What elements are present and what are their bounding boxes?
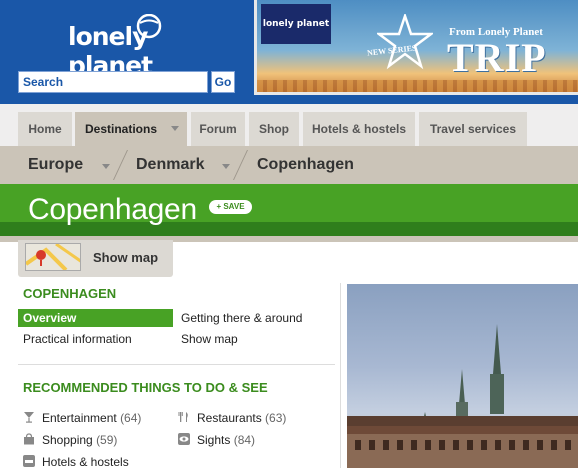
hotels-hostels-link[interactable]: Hotels & hostels xyxy=(42,455,129,468)
restaurants-link[interactable]: Restaurants (63) xyxy=(197,411,286,425)
recommended-heading: RECOMMENDED THINGS TO DO & SEE xyxy=(23,380,268,395)
breadcrumb-europe[interactable]: Europe xyxy=(28,156,83,174)
tab-shop[interactable]: Shop xyxy=(249,112,299,146)
entertainment-label: Entertainment xyxy=(42,411,117,425)
star-icon xyxy=(377,14,433,70)
section-divider xyxy=(18,364,335,365)
tab-hotels-hostels[interactable]: Hotels & hostels xyxy=(303,112,415,146)
sights-label: Sights xyxy=(197,433,231,447)
banner-logo: lonely planet xyxy=(261,4,331,44)
breadcrumb-copenhagen: Copenhagen xyxy=(257,156,354,173)
trip-banner-ad[interactable]: lonely planet NEW SERIES From Lonely Pla… xyxy=(254,0,578,95)
show-map-link[interactable]: Show map xyxy=(181,332,238,346)
breadcrumb-denmark[interactable]: Denmark xyxy=(136,156,204,174)
restaurants-count: (63) xyxy=(265,411,287,425)
chevron-down-icon[interactable] xyxy=(222,164,230,169)
shopping-count: (59) xyxy=(96,433,118,447)
practical-information-link[interactable]: Practical information xyxy=(23,332,132,346)
entertainment-link[interactable]: Entertainment (64) xyxy=(42,411,141,425)
castle-illustration xyxy=(347,324,578,468)
column-divider xyxy=(340,283,341,468)
cocktail-icon xyxy=(24,412,34,423)
section-heading: COPENHAGEN xyxy=(23,286,117,301)
cutlery-icon xyxy=(178,412,188,422)
tab-travel-services[interactable]: Travel services xyxy=(419,112,527,146)
sights-count: (84) xyxy=(233,433,256,447)
chevron-down-icon[interactable] xyxy=(102,164,110,169)
tab-home[interactable]: Home xyxy=(18,112,72,146)
restaurants-label: Restaurants xyxy=(197,411,262,425)
overview-link[interactable]: Overview xyxy=(18,309,173,327)
tab-destinations[interactable]: Destinations xyxy=(75,112,187,146)
shopping-bag-icon xyxy=(24,433,34,445)
tab-destinations-label: Destinations xyxy=(85,122,158,136)
eye-icon xyxy=(178,433,190,445)
bed-icon xyxy=(23,455,35,467)
lonely-planet-logo[interactable]: lonely planet xyxy=(18,14,238,80)
shopping-label: Shopping xyxy=(42,433,93,447)
getting-there-link[interactable]: Getting there & around xyxy=(181,311,302,325)
banner-decoration xyxy=(257,80,578,92)
search-go-button[interactable]: Go xyxy=(211,71,235,93)
shopping-link[interactable]: Shopping (59) xyxy=(42,433,117,447)
sights-link[interactable]: Sights (84) xyxy=(197,433,255,447)
copenhagen-castle-photo[interactable] xyxy=(347,284,578,468)
map-thumbnail[interactable] xyxy=(25,243,81,271)
search-input[interactable] xyxy=(18,71,208,93)
hotels-hostels-label: Hotels & hostels xyxy=(42,455,129,468)
page-title: Copenhagen xyxy=(28,193,197,226)
map-pin-icon xyxy=(26,244,80,270)
banner-headline: TRIP xyxy=(447,35,547,80)
save-button[interactable]: + SAVE xyxy=(209,200,252,214)
show-map-label[interactable]: Show map xyxy=(93,250,158,265)
tab-forum[interactable]: Forum xyxy=(191,112,245,146)
chevron-down-icon[interactable] xyxy=(171,126,179,131)
entertainment-count: (64) xyxy=(120,411,142,425)
